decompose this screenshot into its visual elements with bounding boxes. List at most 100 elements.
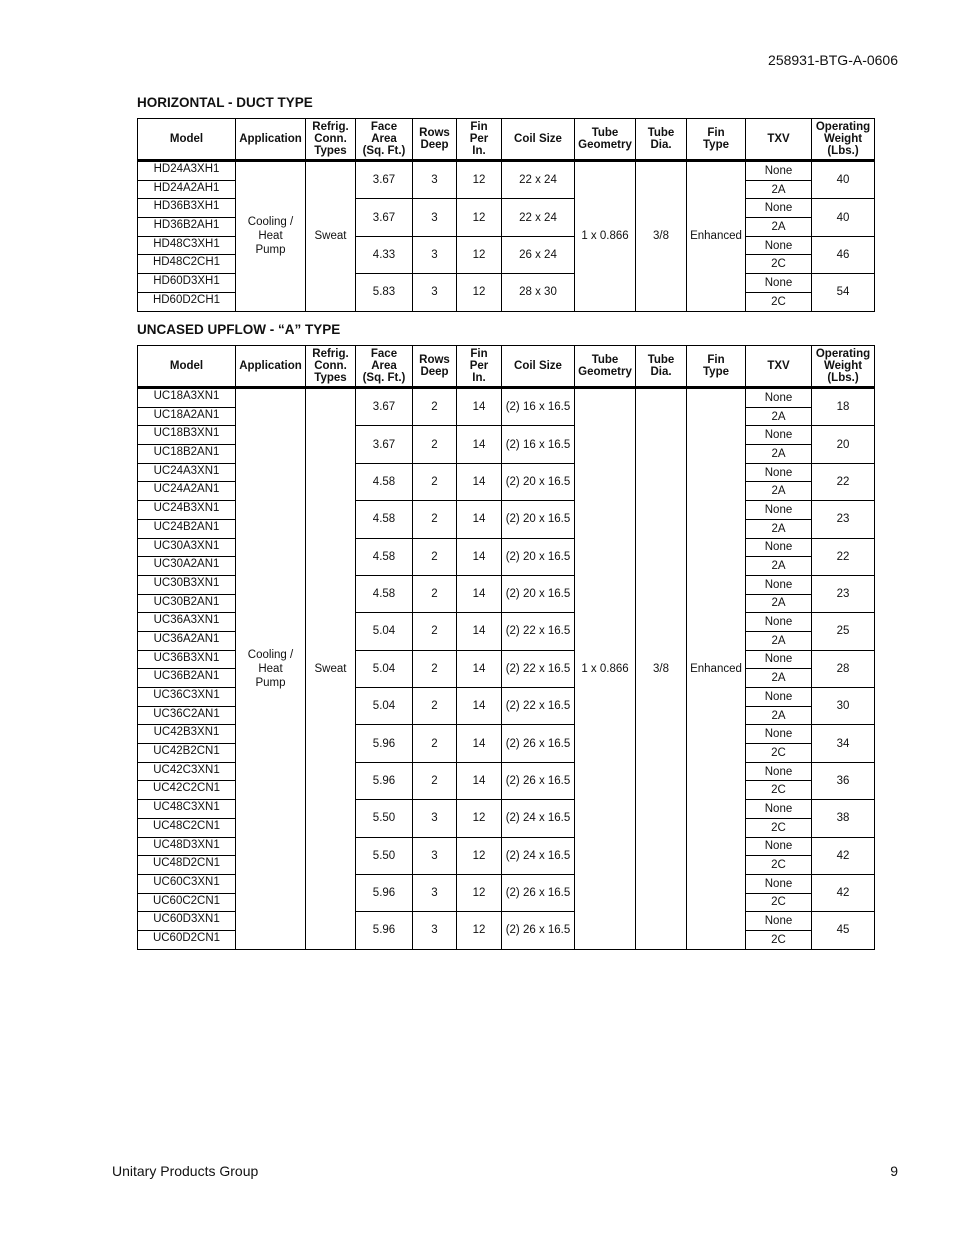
table-row: HD24A3XH1 Cooling / Heat Pump Sweat 3.67 3 12… [137, 159, 875, 312]
fin-per-in-cell: 14 [456, 462, 502, 502]
face-area-cell: 5.50 [355, 799, 413, 838]
operating-weight-cell: 25 [811, 612, 875, 651]
coil-size-cell: (2) 24 x 16.5 [501, 799, 575, 838]
model-cell: UC60C3XN1 [137, 873, 236, 894]
model-cell: UC24A2AN1 [137, 481, 236, 502]
txv-cell: 2A [745, 217, 812, 237]
model-cell: HD24A2AH1 [137, 179, 236, 200]
column-header-line: (Sq. Ft.) [362, 372, 406, 384]
column-header-tube-dia: Tube Dia. [635, 118, 687, 162]
rows-deep-cell: 2 [412, 761, 457, 801]
column-header-line: Coil Size [514, 360, 562, 372]
application-text: Cooling / Heat Pump [247, 648, 294, 689]
operating-weight-cell: 23 [811, 574, 875, 614]
txv-cell: None [745, 724, 812, 745]
column-header-line: Rows [419, 127, 450, 139]
model-cell: UC18A3XN1 [137, 387, 236, 408]
rows-deep-cell: 2 [412, 537, 457, 576]
rows-deep-cell: 2 [412, 612, 457, 651]
txv-cell: None [745, 873, 812, 894]
column-header-line: Face [370, 348, 398, 360]
model-cell: UC42B3XN1 [137, 724, 236, 745]
rows-deep-cell: 2 [412, 462, 457, 502]
model-cell: HD36B3XH1 [137, 198, 236, 219]
column-header-line: Tube [647, 127, 675, 139]
rows-deep-cell: 3 [412, 235, 457, 275]
section-title-horizontal-duct: HORIZONTAL - DUCT TYPE [137, 95, 313, 110]
face-area-cell: 4.58 [355, 574, 413, 614]
txv-cell: None [745, 387, 812, 408]
txv-cell: 2C [745, 855, 812, 875]
table-row: UC18A3XN1 Cooling / Heat Pump Sweat 3.67 2 14… [137, 386, 875, 950]
column-header-tube-geometry: Tube Geometry [574, 118, 636, 162]
model-cell: UC24B2AN1 [137, 518, 236, 539]
model-cell: UC36C2AN1 [137, 705, 236, 726]
operating-weight-cell: 18 [811, 386, 875, 427]
rows-deep-cell: 2 [412, 649, 457, 689]
coil-size-cell: 28 x 30 [501, 273, 575, 312]
txv-cell: 2C [745, 929, 812, 950]
uncased-upflow-spec-table: Model Application Refrig. Conn. Types Face Are… [137, 345, 875, 950]
column-header-application: Application [235, 345, 306, 389]
column-header-coil-size: Coil Size [501, 345, 575, 389]
table-header-row: Model Application Refrig. Conn. Types Face Are… [137, 118, 875, 162]
column-header-line: Geometry [578, 139, 632, 151]
txv-cell: 2C [745, 743, 812, 763]
column-header-line: TXV [767, 133, 790, 145]
coil-size-cell: (2) 20 x 16.5 [501, 574, 575, 614]
tube-dia-cell: 3/8 [635, 387, 687, 950]
column-header-line: Operating [815, 348, 871, 360]
column-header-line: Refrig. [312, 348, 349, 360]
txv-cell: None [745, 198, 812, 219]
rows-deep-cell: 2 [412, 574, 457, 614]
column-header-line: Fin [707, 127, 725, 139]
operating-weight-cell: 42 [811, 873, 875, 913]
rows-deep-cell: 3 [412, 273, 457, 312]
column-header-model: Model [137, 345, 236, 389]
rows-deep-cell: 3 [412, 911, 457, 950]
txv-cell: None [745, 687, 812, 707]
rows-deep-cell: 2 [412, 686, 457, 726]
model-cell: UC24B3XN1 [137, 500, 236, 520]
coil-size-cell: (2) 16 x 16.5 [501, 425, 575, 464]
fin-per-in-cell: 14 [456, 612, 502, 651]
rows-deep-cell: 3 [412, 198, 457, 237]
rows-deep-cell: 2 [412, 724, 457, 763]
face-area-cell: 3.67 [355, 198, 413, 237]
operating-weight-cell: 22 [811, 537, 875, 576]
fin-per-in-cell: 14 [456, 574, 502, 614]
column-header-line: Dia. [650, 366, 672, 378]
coil-size-cell: (2) 20 x 16.5 [501, 462, 575, 502]
fin-per-in-cell: 14 [456, 649, 502, 689]
model-cell: UC24A3XN1 [137, 462, 236, 483]
operating-weight-cell: 54 [811, 273, 875, 312]
column-header-line: Refrig. [312, 121, 349, 133]
column-header-line: Coil Size [514, 133, 562, 145]
fin-type-cell: Enhanced [686, 160, 746, 312]
column-header-line: Weight [823, 360, 863, 372]
txv-cell: None [745, 500, 812, 520]
fin-per-in-cell: 14 [456, 537, 502, 576]
column-header-rows-deep: Rows Deep [412, 118, 457, 162]
column-header-line: Operating [815, 121, 871, 133]
operating-weight-cell: 23 [811, 500, 875, 539]
column-header-fin-per-in: Fin Per In. [456, 345, 502, 389]
column-header-line: Model [169, 360, 204, 372]
column-header-tube-dia: Tube Dia. [635, 345, 687, 389]
txv-cell: 2A [745, 630, 812, 651]
face-area-cell: 4.58 [355, 537, 413, 576]
column-header-face-area: Face Area (Sq. Ft.) [355, 345, 413, 389]
operating-weight-cell: 36 [811, 761, 875, 801]
model-cell: HD36B2AH1 [137, 217, 236, 237]
column-header-line: Fin [470, 121, 488, 133]
txv-cell: 2A [745, 593, 812, 614]
column-header-line: Area [371, 133, 397, 145]
column-header-operating-weight: Operating Weight (Lbs.) [811, 345, 875, 389]
fin-per-in-cell: 14 [456, 686, 502, 726]
column-header-line: Area [371, 360, 397, 372]
coil-size-cell: 22 x 24 [501, 198, 575, 237]
txv-cell: 2C [745, 291, 812, 312]
column-header-operating-weight: Operating Weight (Lbs.) [811, 118, 875, 162]
coil-size-cell: (2) 26 x 16.5 [501, 724, 575, 763]
fin-per-in-cell: 14 [456, 386, 502, 427]
